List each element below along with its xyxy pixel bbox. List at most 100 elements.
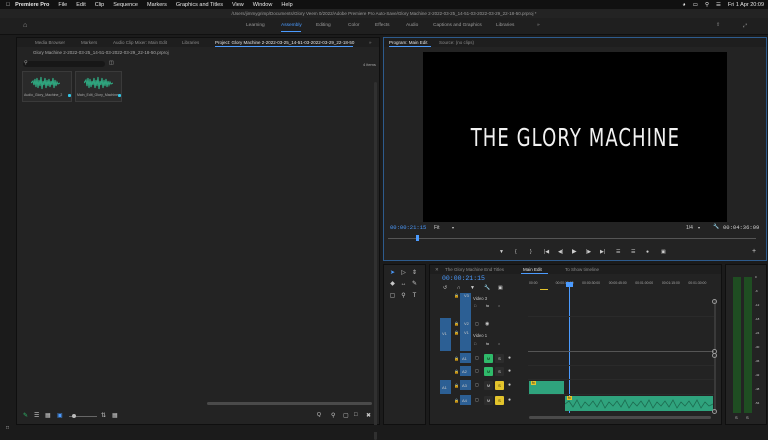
menu-graphics[interactable]: Graphics and Titles	[176, 2, 223, 8]
fit-chevron-icon[interactable]: ▾	[452, 225, 454, 230]
scroll-handle[interactable]	[712, 409, 717, 414]
track-output-icon[interactable]: ○	[498, 342, 500, 346]
panel-more-icon[interactable]: »	[369, 40, 372, 45]
ripple-edit-tool-icon[interactable]: ⇕	[410, 269, 419, 278]
microphone-icon[interactable]: ●	[508, 397, 511, 403]
timeline-tab-main-edit[interactable]: Main Edit	[523, 267, 542, 272]
project-clip-thumbnail[interactable]: Main_Edit_Glory_Machine	[75, 71, 122, 102]
menu-sequence[interactable]: Sequence	[113, 2, 138, 8]
timeline-settings-icon[interactable]: 🔧	[484, 285, 490, 291]
button-editor-plus-icon[interactable]: +	[752, 248, 756, 255]
timeline-hscroll[interactable]	[529, 416, 711, 419]
program-scrub-bar[interactable]	[388, 238, 756, 239]
clock[interactable]: Fri 1 Apr 20:09	[728, 2, 764, 8]
go-to-out-icon[interactable]: ▶|	[600, 249, 605, 255]
extract-icon[interactable]: ☰	[631, 249, 635, 255]
mute-button[interactable]: M	[484, 367, 493, 376]
timeline-vscroll-v[interactable]	[714, 300, 716, 350]
list-view-icon[interactable]: ☰	[34, 412, 39, 419]
menu-file[interactable]: File	[58, 2, 67, 8]
lock-icon[interactable]: 🔒	[454, 321, 459, 326]
captions-icon[interactable]: ▣	[498, 285, 503, 291]
timeline-timecode[interactable]: 00:00:21:15	[442, 275, 485, 282]
mute-button[interactable]: M	[484, 381, 493, 390]
scroll-handle[interactable]	[712, 353, 717, 358]
razor-tool-icon[interactable]: ◆	[388, 280, 397, 289]
workspace-tab-effects[interactable]: Effects	[375, 23, 390, 28]
track-sync-icon[interactable]: ⇆	[486, 304, 489, 308]
timeline-ruler[interactable]: 00:00 00:00:15:00 00:00:30:00 00:00:45:00 00…	[528, 279, 714, 293]
track-output-icon[interactable]: ○	[498, 304, 500, 308]
lift-icon[interactable]: ☰	[616, 249, 620, 255]
lock-icon[interactable]: 🔒	[454, 369, 459, 374]
quick-export-icon[interactable]: ⇧	[716, 23, 720, 28]
workspace-tab-learning[interactable]: Learning	[246, 23, 265, 28]
project-hscrollbar[interactable]	[207, 402, 372, 405]
pencil-icon[interactable]: ✎	[23, 412, 28, 419]
tab-libraries[interactable]: Libraries	[182, 40, 199, 45]
export-frame-icon[interactable]: ●	[646, 249, 649, 255]
lock-icon[interactable]: 🔒	[454, 398, 459, 403]
tab-media-browser[interactable]: Media Browser	[35, 40, 65, 45]
delete-icon[interactable]: ✖	[366, 412, 371, 419]
resolution-dropdown[interactable]: 1/4	[686, 225, 693, 231]
mark-out-icon[interactable]: }	[530, 249, 532, 255]
lock-icon[interactable]: 🔒	[454, 383, 459, 388]
workspace-more-icon[interactable]: »	[537, 23, 540, 28]
home-icon[interactable]: ⌂	[23, 22, 27, 29]
search-icon[interactable]: ⚲	[331, 412, 335, 419]
sync-lock-icon[interactable]: ▢	[475, 368, 479, 373]
step-forward-icon[interactable]: |▶	[586, 249, 591, 255]
track-sync-icon[interactable]: ⇆	[486, 342, 489, 346]
workspace-tab-audio[interactable]: Audio	[406, 23, 418, 28]
program-playhead[interactable]	[416, 235, 420, 241]
freeform-view-icon[interactable]: ▣	[57, 412, 63, 419]
microphone-icon[interactable]: ●	[508, 355, 511, 361]
snap-icon[interactable]: ↺	[443, 285, 447, 291]
track-toggle-icon[interactable]: □	[474, 304, 476, 308]
microphone-icon[interactable]: ●	[508, 368, 511, 374]
add-marker-icon[interactable]: ▼	[470, 285, 475, 291]
sort-icon[interactable]: ⇅	[101, 412, 106, 419]
type-tool-icon[interactable]: T	[410, 292, 419, 301]
project-clip-thumbnail[interactable]: Audio_Glory_Machine_2	[22, 71, 72, 102]
program-video-frame[interactable]: THE GLORY MACHINE	[423, 52, 727, 222]
go-to-in-icon[interactable]: |◀	[544, 249, 549, 255]
workspace-tab-color[interactable]: Color	[348, 23, 359, 28]
menu-help[interactable]: Help	[281, 2, 292, 8]
menu-markers[interactable]: Markers	[147, 2, 167, 8]
workspace-tab-captions[interactable]: Captions and Graphics	[433, 23, 482, 28]
new-folder-icon[interactable]: ▢	[343, 412, 349, 419]
timeline-tab-to-show[interactable]: To Show timeline	[565, 267, 599, 272]
automate-icon[interactable]: ▦	[112, 412, 118, 419]
comparison-view-icon[interactable]: ▣	[661, 249, 666, 255]
selection-tool-icon[interactable]: ➤	[388, 269, 397, 278]
mark-in-icon[interactable]: {	[515, 249, 517, 255]
zoom-slider-handle[interactable]	[72, 414, 76, 418]
lock-icon[interactable]: 🔒	[454, 330, 459, 335]
meter-solo-left[interactable]: S	[735, 415, 738, 420]
timeline-tab-close-icon[interactable]: ✕	[435, 267, 439, 273]
menu-window[interactable]: Window	[253, 2, 273, 8]
mute-button[interactable]: M	[484, 354, 493, 363]
tab-program[interactable]: Program: Main Edit	[389, 40, 428, 45]
meter-solo-right[interactable]: S	[746, 415, 749, 420]
sync-lock-icon[interactable]: ▢	[475, 355, 479, 360]
solo-button[interactable]: S	[495, 396, 504, 405]
tab-markers[interactable]: Markers	[81, 40, 97, 45]
tab-source[interactable]: Source: (no clips)	[439, 40, 474, 45]
resolution-chevron-icon[interactable]: ▾	[698, 225, 700, 230]
project-search-input[interactable]	[23, 61, 105, 67]
fullscreen-icon[interactable]: ⤢	[743, 23, 747, 29]
play-icon[interactable]: ▶	[572, 248, 577, 255]
linked-selection-icon[interactable]: ∩	[457, 285, 461, 291]
eye-icon[interactable]: ◉	[485, 321, 489, 327]
battery-icon[interactable]: ▭	[693, 2, 698, 8]
tab-project[interactable]: Project: Glory Machine 2-2022-03-25_14-5…	[215, 40, 354, 45]
rectangle-tool-icon[interactable]: ▢	[388, 292, 397, 301]
control-center-icon[interactable]: ☰	[716, 2, 721, 8]
timeline-vscroll-a[interactable]	[714, 355, 716, 412]
slip-tool-icon[interactable]: ↔	[399, 280, 408, 289]
track-toggle-icon[interactable]: □	[474, 342, 476, 346]
add-marker-icon[interactable]: ▼	[499, 249, 504, 255]
